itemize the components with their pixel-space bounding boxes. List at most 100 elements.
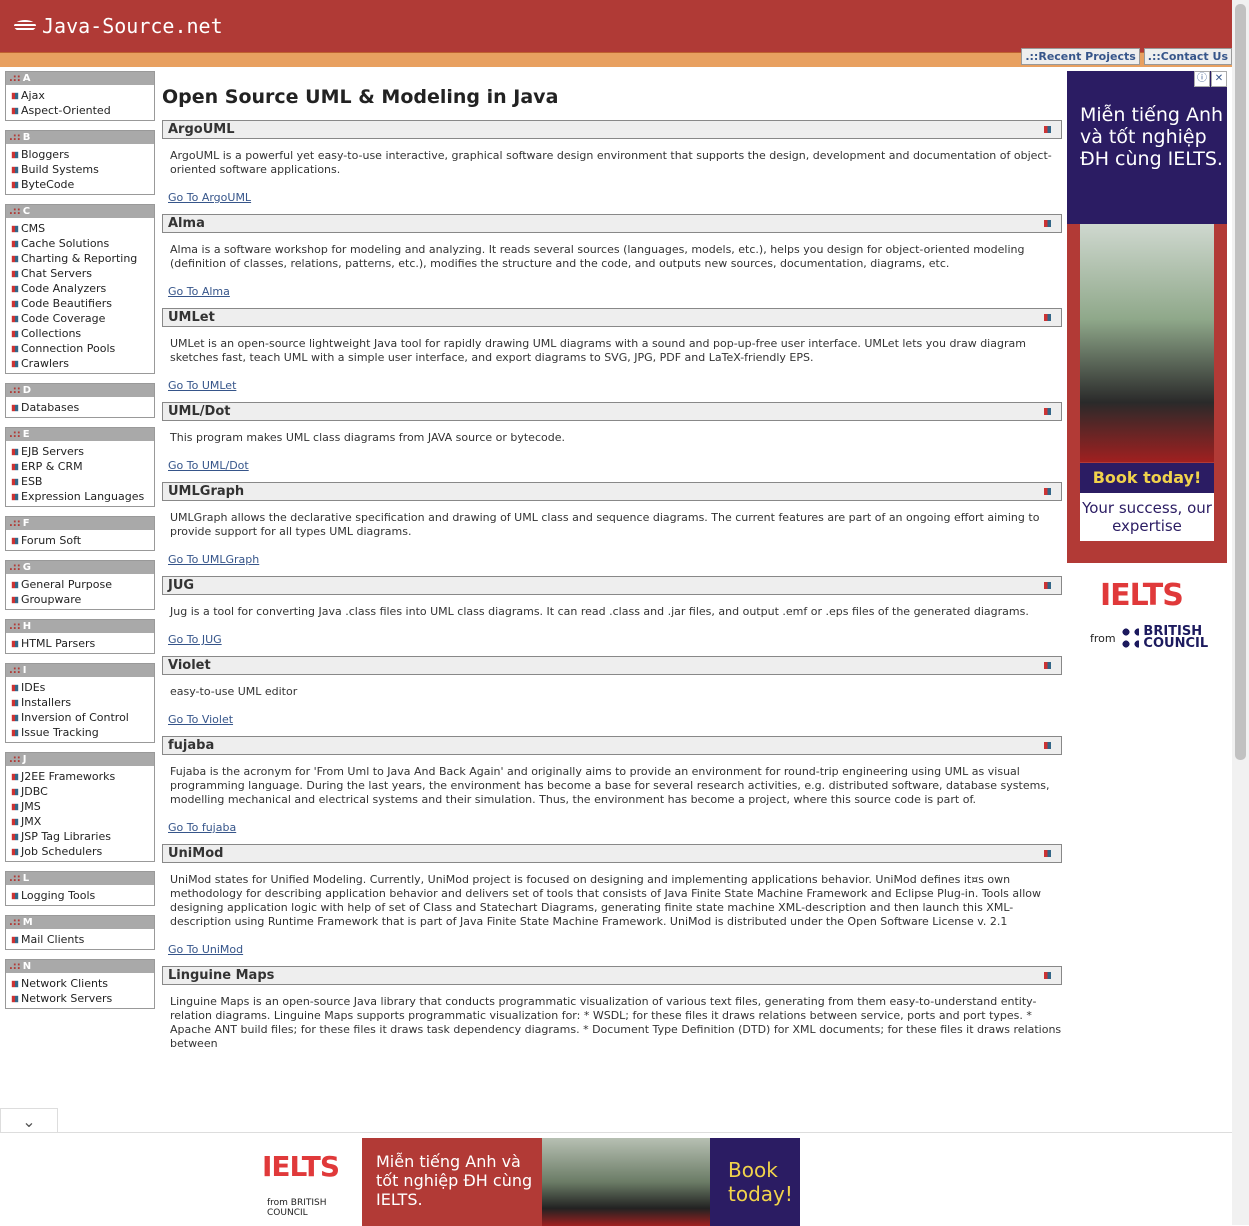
- sidebar-item[interactable]: Code Analyzers: [11, 281, 154, 296]
- sidebar-item[interactable]: Bloggers: [11, 147, 154, 162]
- project-icon: [1044, 126, 1051, 133]
- project-icon: [1044, 662, 1051, 669]
- bullet-icon: [11, 995, 19, 1002]
- sidebar-item-label: Groupware: [21, 593, 82, 606]
- sidebar-item-label: JDBC: [21, 785, 48, 798]
- project-link[interactable]: Go To Violet: [162, 699, 1062, 726]
- sidebar-item[interactable]: CMS: [11, 221, 154, 236]
- ielts-logo[interactable]: IELTS: [1100, 578, 1184, 613]
- bullet-icon: [11, 448, 19, 455]
- sidebar-item[interactable]: Installers: [11, 695, 154, 710]
- ad-close-icon[interactable]: ✕: [1211, 71, 1227, 87]
- sidebar-item[interactable]: ERP & CRM: [11, 459, 154, 474]
- sidebar-item[interactable]: Crawlers: [11, 356, 154, 371]
- sidebar-item[interactable]: Databases: [11, 400, 154, 415]
- sidebar-item[interactable]: Issue Tracking: [11, 725, 154, 740]
- project-link[interactable]: Go To UMLet: [162, 365, 1062, 392]
- site-logo[interactable]: Java-Source.net: [14, 14, 223, 38]
- category-letter: .:: I: [6, 664, 154, 677]
- project-icon: [1044, 742, 1051, 749]
- category-letter: .:: N: [6, 960, 154, 973]
- bullet-icon: [11, 463, 19, 470]
- bottom-ad-content[interactable]: IELTS from BRITISH COUNCIL Miễn tiếng An…: [252, 1138, 979, 1226]
- sidebar-item[interactable]: HTML Parsers: [11, 636, 154, 651]
- sidebar-item[interactable]: EJB Servers: [11, 444, 154, 459]
- collapse-ad-button[interactable]: ⌄: [0, 1108, 58, 1134]
- sidebar-item[interactable]: Forum Soft: [11, 533, 154, 548]
- sidebar-item[interactable]: Inversion of Control: [11, 710, 154, 725]
- bullet-icon: [11, 255, 19, 262]
- sidebar-item[interactable]: Expression Languages: [11, 489, 154, 504]
- sidebar-item[interactable]: Build Systems: [11, 162, 154, 177]
- sidebar-item[interactable]: Network Servers: [11, 991, 154, 1006]
- sidebar-item[interactable]: Ajax: [11, 88, 154, 103]
- sidebar-item[interactable]: ESB: [11, 474, 154, 489]
- project-description: UniMod states for Unified Modeling. Curr…: [170, 873, 1041, 928]
- project-description: ArgoUML is a powerful yet easy-to-use in…: [170, 149, 1052, 176]
- bullet-icon: [11, 848, 19, 855]
- bullet-icon: [11, 151, 19, 158]
- sidebar-item[interactable]: General Purpose: [11, 577, 154, 592]
- sidebar-item[interactable]: Chat Servers: [11, 266, 154, 281]
- project-entry: Linguine Maps Linguine Maps is an open-so…: [162, 966, 1062, 1051]
- sidebar-item[interactable]: JSP Tag Libraries: [11, 829, 154, 844]
- bullet-icon: [11, 300, 19, 307]
- dots-icon: .::: [9, 518, 21, 529]
- project-icon: [1044, 582, 1051, 589]
- sidebar-item[interactable]: Network Clients: [11, 976, 154, 991]
- sidebar-item[interactable]: JMS: [11, 799, 154, 814]
- project-link[interactable]: Go To UML/Dot: [162, 445, 1062, 472]
- bottom-ad[interactable]: IELTS from BRITISH COUNCIL Miễn tiếng An…: [0, 1132, 1232, 1226]
- recent-projects-link[interactable]: .::Recent Projects: [1021, 48, 1140, 65]
- sidebar-ad[interactable]: Miễn tiếng Anh và tốt nghiệp ĐH cùng IEL…: [1067, 71, 1227, 563]
- sidebar-item[interactable]: JDBC: [11, 784, 154, 799]
- project-link[interactable]: Go To fujaba: [162, 807, 1062, 834]
- ad-headline: Miễn tiếng Anh và tốt nghiệp ĐH cùng IEL…: [1067, 71, 1227, 224]
- sidebar-item[interactable]: Logging Tools: [11, 888, 154, 903]
- bottom-ad-brand: IELTS: [262, 1150, 340, 1183]
- dots-icon: .::: [9, 754, 21, 765]
- contact-us-link[interactable]: .::Contact Us: [1143, 48, 1232, 65]
- project-link[interactable]: Go To UniMod: [162, 929, 1062, 956]
- project-list: ArgoUML ArgoUML is a powerful yet easy-to…: [162, 120, 1062, 1051]
- sidebar-item-label: Mail Clients: [21, 933, 85, 946]
- sidebar-item[interactable]: Cache Solutions: [11, 236, 154, 251]
- sidebar-item-label: Cache Solutions: [21, 237, 110, 250]
- project-link[interactable]: Go To UMLGraph: [162, 539, 1062, 566]
- category-group-g: .:: G General Purpose Groupware: [5, 560, 155, 610]
- page-scrollbar[interactable]: [1232, 0, 1249, 1225]
- sidebar-item[interactable]: Code Beautifiers: [11, 296, 154, 311]
- project-heading: Violet: [162, 656, 1062, 675]
- project-heading: ArgoUML: [162, 120, 1062, 139]
- sidebar-item-label: JSP Tag Libraries: [21, 830, 111, 843]
- dots-icon: .::: [9, 206, 21, 217]
- sidebar-item[interactable]: J2EE Frameworks: [11, 769, 154, 784]
- bottom-ad-photo: [542, 1138, 710, 1226]
- sidebar-item[interactable]: Code Coverage: [11, 311, 154, 326]
- dots-icon: .::: [9, 562, 21, 573]
- sidebar-item[interactable]: Job Schedulers: [11, 844, 154, 859]
- sidebar-item[interactable]: ByteCode: [11, 177, 154, 192]
- ad-book-today[interactable]: Book today!: [1080, 463, 1214, 493]
- project-heading: Linguine Maps: [162, 966, 1062, 985]
- dots-icon: .::: [9, 132, 21, 143]
- project-link[interactable]: Go To Alma: [162, 271, 1062, 298]
- category-letter: .:: J: [6, 753, 154, 766]
- sidebar-item-label: Charting & Reporting: [21, 252, 138, 265]
- bottom-ad-book-today[interactable]: Book today!: [710, 1138, 800, 1226]
- bullet-icon: [11, 270, 19, 277]
- sidebar-item[interactable]: JMX: [11, 814, 154, 829]
- sidebar-item[interactable]: Groupware: [11, 592, 154, 607]
- bullet-icon: [11, 699, 19, 706]
- sidebar-item[interactable]: Connection Pools: [11, 341, 154, 356]
- sidebar-item[interactable]: Mail Clients: [11, 932, 154, 947]
- sidebar-item[interactable]: Charting & Reporting: [11, 251, 154, 266]
- project-link[interactable]: Go To JUG: [162, 619, 1062, 646]
- sidebar-item[interactable]: IDEs: [11, 680, 154, 695]
- sidebar-item[interactable]: Aspect-Oriented: [11, 103, 154, 118]
- project-link[interactable]: Go To ArgoUML: [162, 177, 1062, 204]
- bullet-icon: [11, 225, 19, 232]
- scrollbar-thumb[interactable]: [1235, 4, 1246, 760]
- ad-info-icon[interactable]: ⓘ: [1194, 71, 1210, 87]
- sidebar-item[interactable]: Collections: [11, 326, 154, 341]
